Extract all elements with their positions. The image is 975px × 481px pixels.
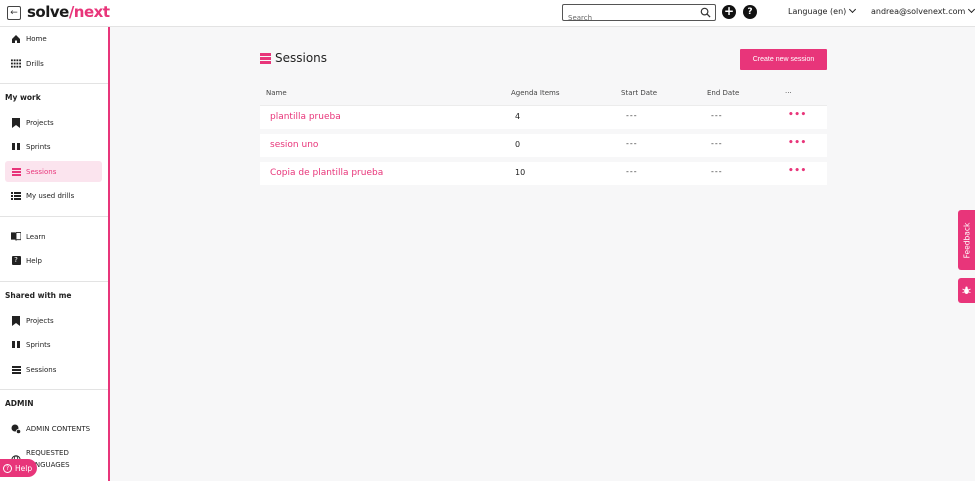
- feedback-label: Feedback: [962, 222, 971, 258]
- sidebar-item-label: Help: [26, 256, 42, 265]
- agenda-items-count: 10: [515, 168, 526, 177]
- sidebar-item-label: Projects: [26, 316, 54, 325]
- search-box: [562, 4, 716, 26]
- row-menu-icon[interactable]: •••: [788, 166, 807, 176]
- session-name-link[interactable]: Copia de plantilla prueba: [270, 168, 383, 178]
- bug-report-tab[interactable]: [958, 278, 975, 303]
- session-name-link[interactable]: sesion uno: [270, 140, 318, 150]
- top-bar: ← solve/next + ? Language (en) andrea@so…: [0, 0, 975, 27]
- logo-accent: /next: [68, 3, 110, 21]
- end-date: ---: [711, 167, 723, 176]
- section-title-admin: ADMIN: [5, 399, 34, 408]
- add-plus-icon[interactable]: +: [722, 5, 736, 19]
- question-icon: ?: [11, 256, 21, 266]
- sidebar-item-sprints[interactable]: Sprints: [5, 136, 102, 157]
- list-icon: [11, 365, 21, 375]
- help-widget-label: Help: [15, 463, 33, 473]
- sidebar-item-sessions[interactable]: Sessions: [5, 161, 102, 182]
- sidebar-item-drills[interactable]: Drills: [5, 53, 102, 74]
- sidebar-item-shared-sessions[interactable]: Sessions: [5, 359, 102, 380]
- agenda-items-count: 0: [515, 140, 521, 149]
- sidebar-item-label-line1: REQUESTED: [26, 449, 69, 457]
- bookmark-icon: [11, 315, 21, 326]
- list-icon: [260, 52, 271, 64]
- divider: [0, 83, 108, 84]
- feedback-tab[interactable]: Feedback: [958, 210, 975, 270]
- book-icon: [11, 232, 21, 242]
- sidebar-item-label: Sessions: [26, 365, 57, 374]
- sidebar-item-shared-projects[interactable]: Projects: [5, 310, 102, 331]
- column-header-name[interactable]: Name: [266, 89, 287, 97]
- language-selector[interactable]: Language (en): [788, 5, 857, 16]
- row-menu-icon[interactable]: •••: [788, 138, 807, 148]
- end-date: ---: [711, 139, 723, 148]
- back-button[interactable]: ←: [7, 6, 21, 20]
- sidebar-item-label: Sprints: [26, 340, 51, 349]
- user-menu[interactable]: andrea@solvenext.com: [871, 5, 975, 16]
- page-title: Sessions: [260, 51, 327, 65]
- sidebar-item-my-used-drills[interactable]: My used drills: [5, 185, 102, 206]
- sidebar-item-admin-contents[interactable]: ADMIN CONTENTS: [5, 418, 102, 439]
- columns-icon: [11, 340, 21, 350]
- sidebar-item-label: Projects: [26, 118, 54, 127]
- create-new-session-button[interactable]: Create new session: [740, 49, 827, 70]
- section-title-my-work: My work: [5, 93, 41, 102]
- sidebar-item-label: My used drills: [26, 191, 75, 200]
- chevron-down-icon: [968, 5, 975, 14]
- sidebar-item-shared-sprints[interactable]: Sprints: [5, 334, 102, 355]
- user-email: andrea@solvenext.com: [871, 7, 966, 16]
- column-header-start-date[interactable]: Start Date: [621, 89, 657, 97]
- end-date: ---: [711, 111, 723, 120]
- table-row[interactable]: plantilla prueba 4 --- --- •••: [260, 106, 827, 129]
- start-date: ---: [626, 111, 638, 120]
- column-header-more[interactable]: ···: [785, 89, 792, 97]
- divider: [0, 281, 108, 282]
- divider: [0, 389, 108, 390]
- list-detail-icon: [11, 191, 21, 201]
- columns-icon: [11, 142, 21, 152]
- sidebar-item-learn[interactable]: Learn: [5, 226, 102, 247]
- arrow-left-icon: ←: [10, 8, 18, 18]
- page-title-text: Sessions: [275, 51, 328, 65]
- sidebar-item-label: Sprints: [26, 142, 51, 151]
- sidebar-item-label: ADMIN CONTENTS: [26, 424, 91, 433]
- search-input[interactable]: [563, 10, 693, 26]
- agenda-items-count: 4: [515, 112, 521, 121]
- column-header-agenda-items[interactable]: Agenda Items: [511, 89, 560, 97]
- list-icon: [11, 167, 21, 177]
- admin-gear-icon: [11, 424, 21, 434]
- table-row[interactable]: sesion uno 0 --- --- •••: [260, 134, 827, 157]
- bookmark-icon: [11, 117, 21, 128]
- logo-main: solve: [27, 3, 69, 21]
- sidebar-item-label: Learn: [26, 232, 46, 241]
- sidebar-item-label: Home: [26, 34, 47, 43]
- row-menu-icon[interactable]: •••: [788, 110, 807, 120]
- sidebar-item-help[interactable]: ? Help: [5, 250, 102, 271]
- app-logo[interactable]: solve/next: [27, 3, 110, 21]
- start-date: ---: [626, 139, 638, 148]
- sidebar-item-projects[interactable]: Projects: [5, 112, 102, 133]
- help-question-icon[interactable]: ?: [743, 5, 757, 19]
- section-title-shared: Shared with me: [5, 291, 72, 300]
- question-circle-icon: ?: [3, 463, 12, 473]
- home-icon: [11, 34, 21, 44]
- sidebar-item-home[interactable]: Home: [5, 28, 102, 49]
- bug-icon: [962, 286, 971, 294]
- sidebar: Home Drills My work Projects Sprints Ses…: [0, 27, 110, 481]
- session-name-link[interactable]: plantilla prueba: [270, 112, 341, 122]
- column-header-end-date[interactable]: End Date: [707, 89, 739, 97]
- start-date: ---: [626, 167, 638, 176]
- help-widget-button[interactable]: ? Help: [0, 459, 37, 477]
- language-label: Language (en): [788, 7, 847, 16]
- search-icon[interactable]: [700, 7, 711, 18]
- divider: [0, 216, 108, 217]
- chevron-down-icon: [849, 5, 857, 14]
- table-row[interactable]: Copia de plantilla prueba 10 --- --- •••: [260, 162, 827, 185]
- sidebar-item-label: Drills: [26, 59, 44, 68]
- sidebar-item-label: Sessions: [26, 167, 57, 176]
- grid-icon: [11, 59, 21, 69]
